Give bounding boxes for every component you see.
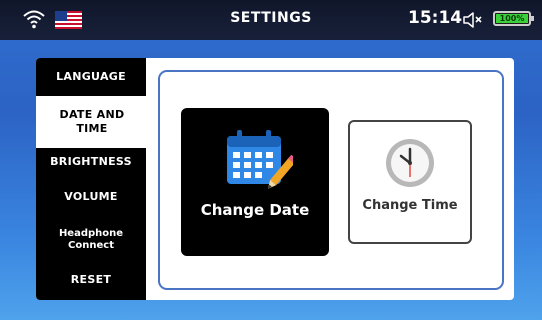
sidebar-item-language[interactable]: LANGUAGE — [36, 62, 146, 92]
change-time-button[interactable]: Change Time — [348, 120, 472, 244]
sidebar-item-reset[interactable]: RESET — [36, 266, 146, 294]
date-time-content: Change Date Change Time — [158, 70, 504, 290]
sidebar-item-date-and-time[interactable]: DATE AND TIME — [36, 96, 148, 148]
status-bar: SETTINGS 15:14 100% — [0, 0, 542, 40]
battery-indicator: 100% — [493, 11, 534, 26]
change-date-button[interactable]: Change Date — [181, 108, 329, 256]
speaker-muted-icon[interactable] — [462, 11, 484, 29]
change-date-label: Change Date — [200, 201, 310, 219]
sidebar-item-brightness[interactable]: BRIGHTNESS — [36, 148, 146, 176]
sidebar-item-headphone-connect[interactable]: Headphone Connect — [36, 222, 146, 258]
settings-sidebar: LANGUAGE DATE AND TIME BRIGHTNESS VOLUME… — [36, 58, 148, 300]
battery-level: 100% — [496, 14, 528, 23]
calendar-icon — [227, 130, 293, 189]
change-time-label: Change Time — [362, 198, 458, 213]
battery-tip — [531, 16, 534, 21]
sidebar-item-volume[interactable]: VOLUME — [36, 183, 146, 211]
clock-icon — [386, 139, 434, 187]
clock-readout: 15:14 — [408, 8, 463, 28]
settings-panel: LANGUAGE DATE AND TIME BRIGHTNESS VOLUME… — [36, 58, 514, 300]
